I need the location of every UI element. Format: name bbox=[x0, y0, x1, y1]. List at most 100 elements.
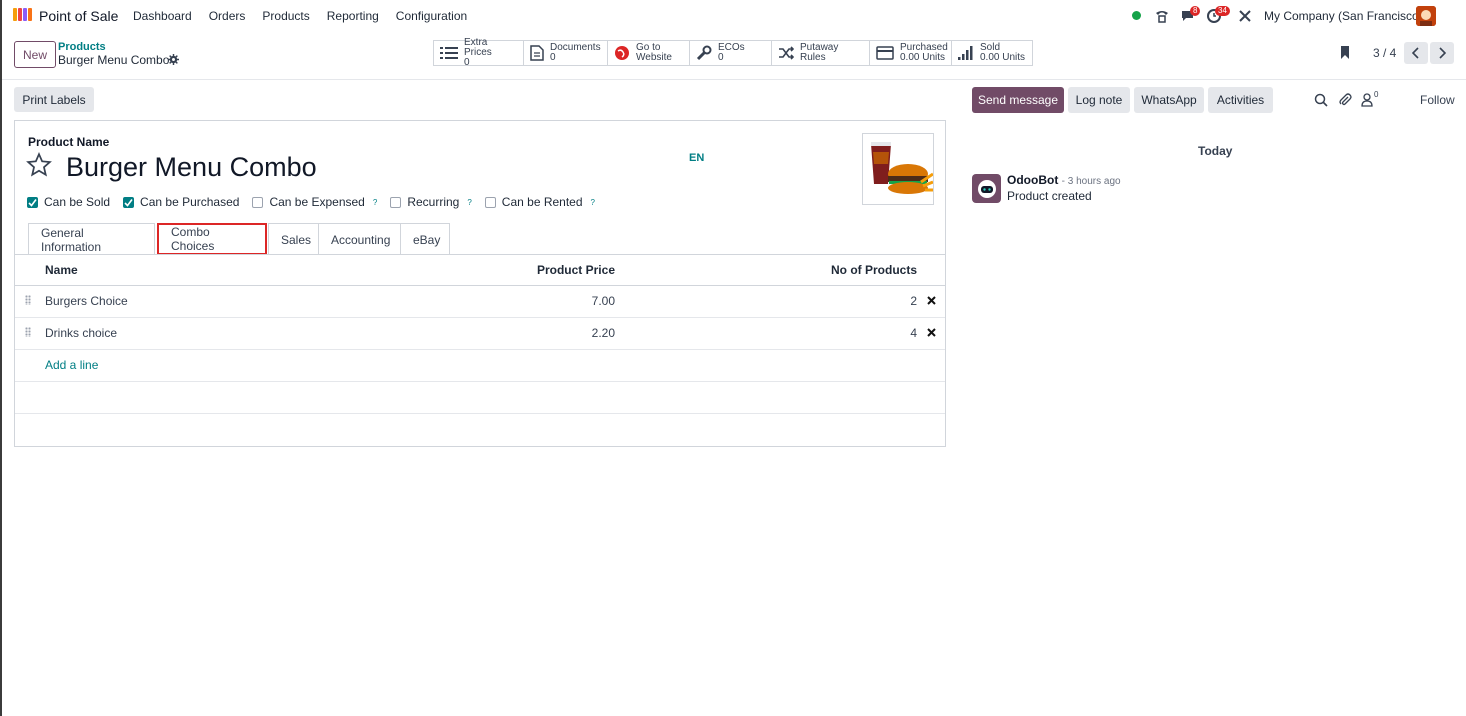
menu-reporting[interactable]: Reporting bbox=[327, 9, 379, 23]
smart-button-putaway-rules[interactable]: Putaway Rules bbox=[772, 41, 870, 65]
can-be-expensed-checkbox[interactable]: Can be Expensed? bbox=[252, 195, 377, 209]
delete-icon[interactable] bbox=[926, 328, 936, 337]
print-labels-button[interactable]: Print Labels bbox=[14, 87, 94, 112]
table-row[interactable]: Burgers Choice 7.00 2 bbox=[15, 285, 945, 318]
empty-row bbox=[15, 381, 945, 414]
column-header-name[interactable]: Name bbox=[45, 255, 445, 286]
checkbox-empty-icon bbox=[484, 196, 496, 208]
row-price[interactable]: 7.00 bbox=[445, 285, 615, 318]
odoobot-avatar bbox=[972, 174, 1001, 203]
row-price[interactable]: 2.20 bbox=[445, 317, 615, 350]
tools-icon[interactable] bbox=[1238, 9, 1252, 23]
row-qty[interactable]: 4 bbox=[615, 317, 917, 350]
smart-button-value: 0 bbox=[464, 57, 470, 68]
drag-handle-icon[interactable] bbox=[25, 327, 31, 337]
add-a-line-link[interactable]: Add a line bbox=[45, 349, 445, 382]
paperclip-icon[interactable] bbox=[1338, 93, 1352, 107]
bookmark-icon[interactable] bbox=[1340, 46, 1350, 59]
followers-icon[interactable] bbox=[1361, 93, 1373, 107]
recurring-checkbox[interactable]: Recurring? bbox=[390, 195, 472, 209]
can-be-rented-checkbox[interactable]: Can be Rented? bbox=[484, 195, 595, 209]
column-header-no-of-products[interactable]: No of Products bbox=[615, 255, 917, 286]
send-message-button[interactable]: Send message bbox=[972, 87, 1064, 113]
chevron-left-icon bbox=[1412, 47, 1419, 59]
language-button[interactable]: EN bbox=[689, 152, 704, 164]
app-name[interactable]: Point of Sale bbox=[39, 8, 118, 24]
user-avatar[interactable] bbox=[1416, 6, 1436, 26]
pager-next-button[interactable] bbox=[1430, 42, 1454, 64]
smart-button-value: 0.00 Units bbox=[980, 52, 1026, 63]
wrench-icon bbox=[696, 45, 712, 61]
smart-button-value: 0.00 Units bbox=[900, 52, 946, 63]
notebook-tabs: General Information Combo Choices Sales … bbox=[28, 223, 450, 255]
company-name[interactable]: My Company (San Francisco) bbox=[1264, 9, 1423, 23]
checkbox-empty-icon bbox=[390, 196, 402, 208]
smart-button-documents[interactable]: Documents 0 bbox=[524, 41, 608, 65]
column-header-product-price[interactable]: Product Price bbox=[445, 255, 615, 286]
phone-icon[interactable] bbox=[1154, 8, 1170, 24]
delete-icon[interactable] bbox=[926, 296, 936, 305]
checkbox-empty-icon bbox=[252, 196, 264, 208]
checkbox-label: Can be Sold bbox=[44, 195, 111, 209]
whatsapp-button[interactable]: WhatsApp bbox=[1134, 87, 1204, 113]
star-icon[interactable] bbox=[26, 152, 52, 178]
checkbox-label: Can be Rented bbox=[501, 195, 583, 209]
can-be-sold-checkbox[interactable]: Can be Sold bbox=[27, 195, 110, 209]
new-button[interactable]: New bbox=[14, 41, 56, 68]
tab-accounting[interactable]: Accounting bbox=[318, 223, 401, 255]
activities-button[interactable]: Activities bbox=[1208, 87, 1273, 113]
signal-icon bbox=[958, 46, 973, 60]
product-name-field[interactable]: Burger Menu Combo bbox=[66, 152, 317, 183]
smart-button-sold[interactable]: Sold 0.00 Units bbox=[952, 41, 1032, 65]
help-tooltip-icon[interactable]: ? bbox=[373, 198, 377, 207]
can-be-purchased-checkbox[interactable]: Can be Purchased bbox=[123, 195, 239, 209]
tab-ebay[interactable]: eBay bbox=[400, 223, 450, 255]
tab-general-information[interactable]: General Information bbox=[28, 223, 155, 255]
menu-dashboard[interactable]: Dashboard bbox=[133, 9, 192, 23]
log-note-button[interactable]: Log note bbox=[1068, 87, 1130, 113]
message-author-name[interactable]: OdooBot bbox=[1007, 173, 1058, 187]
message-time: - 3 hours ago bbox=[1061, 176, 1121, 187]
control-panel: New Products Burger Menu Combo Extra Pri… bbox=[2, 32, 1466, 80]
pager-previous-button[interactable] bbox=[1404, 42, 1428, 64]
product-image[interactable] bbox=[862, 133, 934, 205]
smart-button-label: Extra Prices bbox=[464, 37, 492, 58]
gear-icon[interactable] bbox=[168, 54, 179, 65]
breadcrumb-products[interactable]: Products bbox=[58, 41, 106, 53]
systray: 8 34 My Company (San Francisco) bbox=[1126, 0, 1466, 32]
table-row[interactable]: Drinks choice 2.20 4 bbox=[15, 317, 945, 350]
combo-choices-table: Name Product Price No of Products Burger… bbox=[15, 255, 945, 414]
help-tooltip-icon[interactable]: ? bbox=[467, 198, 471, 207]
smart-button-ecos[interactable]: ECOs 0 bbox=[690, 41, 772, 65]
tab-combo-choices[interactable]: Combo Choices bbox=[157, 223, 267, 255]
pager-value[interactable]: 3 / 4 bbox=[1373, 46, 1396, 60]
app-logo-icon[interactable] bbox=[13, 8, 32, 21]
search-icon[interactable] bbox=[1314, 93, 1328, 107]
breadcrumb-current: Burger Menu Combo bbox=[58, 53, 170, 67]
follow-button[interactable]: Follow bbox=[1420, 93, 1455, 107]
row-qty[interactable]: 2 bbox=[615, 285, 917, 318]
menu-configuration[interactable]: Configuration bbox=[396, 9, 467, 23]
table-header-row: Name Product Price No of Products bbox=[15, 255, 945, 286]
row-name[interactable]: Drinks choice bbox=[45, 317, 445, 350]
smart-button-purchased[interactable]: Purchased 0.00 Units bbox=[870, 41, 952, 65]
product-name-label: Product Name bbox=[28, 135, 110, 149]
checkbox-checked-icon bbox=[27, 196, 38, 208]
product-flags: Can be Sold Can be Purchased Can be Expe… bbox=[27, 195, 608, 209]
smart-buttons: Extra Prices 0 Documents 0 Go to Website EC… bbox=[433, 38, 1033, 68]
help-tooltip-icon[interactable]: ? bbox=[591, 198, 595, 207]
menu-orders[interactable]: Orders bbox=[209, 9, 246, 23]
drag-handle-icon[interactable] bbox=[25, 295, 31, 305]
main-menu: Dashboard Orders Products Reporting Conf… bbox=[133, 9, 484, 23]
checkbox-label: Can be Purchased bbox=[140, 195, 240, 209]
smart-button-extra-prices[interactable]: Extra Prices 0 bbox=[434, 38, 524, 68]
list-icon bbox=[440, 47, 458, 59]
smart-button-go-to-website[interactable]: Go to Website bbox=[608, 41, 690, 65]
tab-sales[interactable]: Sales bbox=[268, 223, 319, 255]
message-body: Product created bbox=[1007, 189, 1092, 203]
row-name[interactable]: Burgers Choice bbox=[45, 285, 445, 318]
smart-button-label: Documents bbox=[550, 42, 601, 53]
menu-products[interactable]: Products bbox=[262, 9, 309, 23]
followers-count: 0 bbox=[1374, 90, 1379, 99]
status-dot-icon bbox=[1132, 11, 1141, 20]
